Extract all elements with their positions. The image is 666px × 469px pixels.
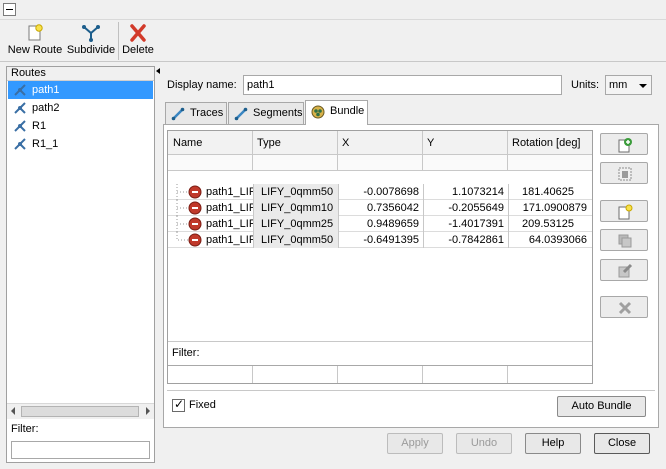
- undo-button[interactable]: Undo: [456, 433, 512, 454]
- column-separator: [508, 184, 509, 248]
- route-icon: [14, 120, 26, 132]
- chevron-down-icon: [639, 84, 647, 88]
- add-icon: [618, 138, 632, 153]
- route-label: path2: [32, 102, 60, 114]
- table-filter-cell[interactable]: [168, 366, 253, 383]
- table-filter-cell[interactable]: [253, 366, 338, 383]
- table-filter-label: Filter:: [172, 347, 200, 359]
- routes-list[interactable]: path1 path2 R1 R1_1: [8, 81, 153, 401]
- routes-panel: Routes path1 path2 R1 R1_1 Filter:: [6, 66, 155, 463]
- table-row[interactable]: path1_LIF LIFY_0qmm50 -0.6491395 -0.7842…: [168, 232, 592, 248]
- header-filter-cell[interactable]: [423, 155, 508, 170]
- table-filter-cell[interactable]: [423, 366, 508, 383]
- copy-button[interactable]: [600, 229, 648, 251]
- scroll-left-icon[interactable]: [11, 407, 15, 415]
- copy-icon: [618, 234, 632, 248]
- help-button[interactable]: Help: [525, 433, 581, 454]
- wire-icon: [188, 185, 202, 199]
- tab-segments[interactable]: Segments: [228, 102, 304, 124]
- scroll-right-icon[interactable]: [146, 407, 150, 415]
- route-icon: [14, 138, 26, 150]
- column-header-rotation[interactable]: Rotation [deg]: [508, 131, 592, 154]
- close-icon: [618, 301, 632, 315]
- units-select[interactable]: mm: [605, 75, 652, 95]
- header-filter-row: [168, 155, 592, 171]
- table-filter-row: [168, 365, 592, 383]
- traces-icon: [171, 107, 185, 121]
- panel-splitter[interactable]: [155, 66, 161, 463]
- edit-button[interactable]: [600, 259, 648, 281]
- routes-filter-input[interactable]: [11, 441, 150, 459]
- header-filter-cell[interactable]: [168, 155, 253, 170]
- table-filter-cell[interactable]: [338, 366, 423, 383]
- new-item-icon: [618, 204, 633, 220]
- route-item-path1[interactable]: path1: [8, 81, 153, 99]
- wire-icon: [188, 217, 202, 231]
- scroll-thumb[interactable]: [21, 406, 139, 417]
- fixed-label: Fixed: [189, 399, 216, 411]
- remove-wire-button[interactable]: [600, 162, 648, 184]
- delete-wire-button[interactable]: [600, 296, 648, 318]
- collapse-button[interactable]: [3, 3, 16, 16]
- routes-filter-label: Filter:: [11, 423, 39, 435]
- bundle-icon: [311, 105, 325, 119]
- display-name-label: Display name:: [167, 79, 237, 91]
- routes-horizontal-scrollbar[interactable]: [7, 403, 154, 419]
- new-route-button[interactable]: New Route: [4, 22, 66, 60]
- bundle-divider: [167, 390, 655, 391]
- new-item-button[interactable]: [600, 200, 648, 222]
- header-filter-cell[interactable]: [338, 155, 423, 170]
- auto-bundle-button[interactable]: Auto Bundle: [557, 396, 646, 417]
- table-row[interactable]: path1_LIF LIFY_0qmm50 -0.0078698 1.10732…: [168, 184, 592, 200]
- column-separator: [338, 184, 339, 248]
- subdivide-icon: [81, 24, 101, 42]
- route-icon: [14, 84, 26, 96]
- column-header-name[interactable]: Name: [168, 131, 253, 154]
- column-separator: [253, 184, 254, 248]
- apply-button[interactable]: Apply: [387, 433, 443, 454]
- subdivide-button[interactable]: Subdivide: [66, 22, 116, 60]
- column-header-type[interactable]: Type: [253, 131, 338, 154]
- wire-icon: [188, 201, 202, 215]
- toolbar-separator: [118, 22, 119, 60]
- column-header-y[interactable]: Y: [423, 131, 508, 154]
- route-item-path2[interactable]: path2: [8, 99, 153, 117]
- new-route-icon: [25, 24, 45, 42]
- display-name-input[interactable]: path1: [243, 75, 562, 95]
- delete-button[interactable]: Delete: [120, 22, 156, 60]
- bundle-table: Name Type X Y Rotation [deg] path1_LIF L…: [167, 130, 593, 384]
- route-label: path1: [32, 84, 60, 96]
- toolbar: New Route Subdivide Delete: [0, 20, 666, 62]
- add-wire-button[interactable]: [600, 133, 648, 155]
- column-header-x[interactable]: X: [338, 131, 423, 154]
- route-label: R1: [32, 120, 47, 132]
- column-separator: [423, 184, 424, 248]
- table-row[interactable]: path1_LIF LIFY_0qmm10 0.7356042 -0.20556…: [168, 200, 592, 216]
- route-item-r1[interactable]: R1: [8, 117, 153, 135]
- remove-icon: [618, 167, 632, 181]
- tab-traces[interactable]: Traces: [165, 102, 227, 124]
- close-button[interactable]: Close: [594, 433, 650, 454]
- units-label: Units:: [571, 79, 600, 91]
- segments-icon: [234, 107, 248, 121]
- panel-title-strip: [0, 0, 666, 20]
- delete-icon: [128, 24, 148, 42]
- route-icon: [14, 102, 26, 114]
- table-header: Name Type X Y Rotation [deg]: [168, 131, 592, 155]
- tab-bundle[interactable]: Bundle: [305, 100, 368, 125]
- routes-header: Routes: [7, 67, 154, 81]
- table-row[interactable]: path1_LIF LIFY_0qmm25 0.9489659 -1.40173…: [168, 216, 592, 232]
- filter-divider: [168, 341, 592, 342]
- edit-icon: [618, 263, 633, 278]
- wire-icon: [188, 233, 202, 247]
- header-filter-cell[interactable]: [253, 155, 338, 170]
- route-item-r1-1[interactable]: R1_1: [8, 135, 153, 153]
- fixed-checkbox[interactable]: [172, 397, 185, 412]
- route-label: R1_1: [32, 138, 59, 150]
